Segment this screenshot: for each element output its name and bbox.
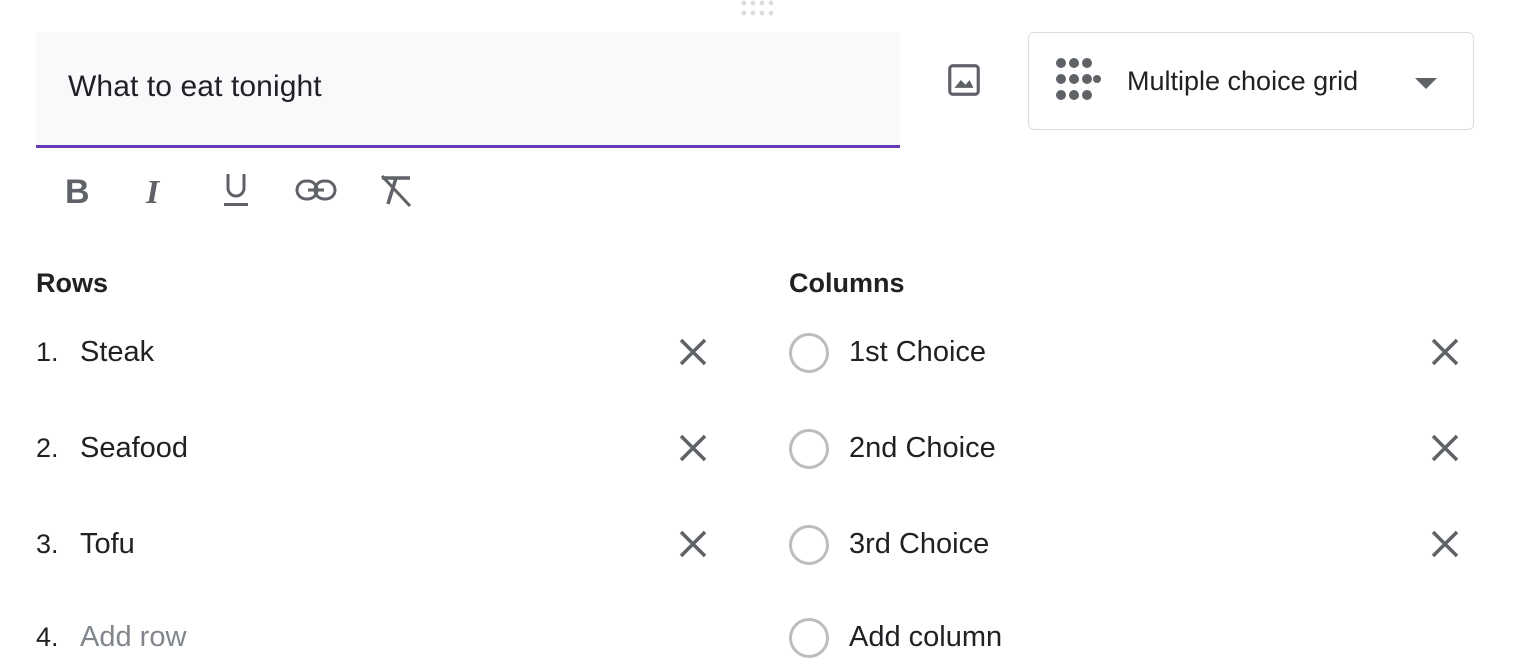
column-option-input[interactable]: 1st Choice [849, 336, 986, 369]
row-number: 1. [36, 337, 59, 367]
rows-heading: Rows [36, 268, 109, 298]
clear-formatting-icon[interactable] [374, 168, 418, 212]
image-icon[interactable] [940, 56, 988, 104]
radio-button [789, 525, 829, 565]
row-option-input[interactable]: Steak [80, 336, 154, 369]
question-type-dropdown[interactable]: Multiple choice grid [1028, 32, 1474, 130]
row-number: 3. [36, 529, 59, 559]
column-option-input[interactable]: 2nd Choice [849, 432, 996, 465]
question-type-label: Multiple choice grid [1127, 66, 1359, 96]
radio-button [789, 429, 829, 469]
grid-dots-icon [1055, 57, 1101, 108]
radio-button [789, 333, 829, 373]
row-option-input[interactable]: Tofu [80, 528, 135, 561]
chevron-down-icon [1415, 77, 1437, 95]
close-icon[interactable] [1425, 332, 1465, 372]
drag-handle-icon[interactable] [740, 0, 774, 18]
close-icon[interactable] [673, 332, 713, 372]
row-number: 2. [36, 433, 59, 463]
row-option-input[interactable]: Seafood [80, 432, 188, 465]
column-option-input[interactable]: 3rd Choice [849, 528, 989, 561]
svg-text:I: I [145, 174, 161, 207]
question-title-text[interactable]: What to eat tonight [68, 70, 322, 104]
close-icon[interactable] [1425, 428, 1465, 468]
radio-button [789, 618, 829, 658]
close-icon[interactable] [673, 524, 713, 564]
link-icon[interactable] [294, 168, 338, 212]
italic-icon[interactable]: I [134, 168, 178, 212]
underline-icon[interactable] [214, 168, 258, 212]
question-title-field[interactable]: What to eat tonight [36, 32, 900, 148]
close-icon[interactable] [673, 428, 713, 468]
bold-icon[interactable]: B [54, 168, 98, 212]
columns-heading: Columns [789, 268, 905, 298]
close-icon[interactable] [1425, 524, 1465, 564]
svg-text:B: B [65, 173, 90, 207]
